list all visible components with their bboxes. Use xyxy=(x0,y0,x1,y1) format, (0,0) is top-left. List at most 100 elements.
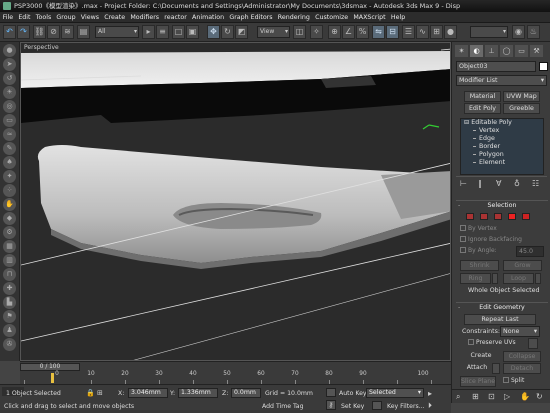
menu-maxscript[interactable]: MAXScript xyxy=(351,12,389,22)
sphere-icon[interactable]: ● xyxy=(3,44,16,57)
menu-reactor[interactable]: reactor xyxy=(162,12,190,22)
make-unique-icon[interactable]: ∀ xyxy=(496,179,501,188)
greeble-button[interactable]: Greeble xyxy=(503,103,540,114)
move-icon[interactable]: ✥ xyxy=(207,25,220,39)
set-key-button[interactable]: Set Key xyxy=(341,402,364,411)
hand-icon[interactable]: ✋ xyxy=(3,198,16,211)
y-coordinate-field[interactable]: 1.336mm xyxy=(178,388,218,398)
rotate-icon[interactable]: ↻ xyxy=(221,25,234,39)
vertex-mode-icon[interactable] xyxy=(466,213,474,220)
menu-tools[interactable]: Tools xyxy=(33,12,54,22)
menu-help[interactable]: Help xyxy=(388,12,408,22)
time-slider-track[interactable]: 0 / 100 xyxy=(20,361,451,371)
shrink-button[interactable]: Shrink xyxy=(460,260,499,271)
time-slider[interactable]: 0 / 100 xyxy=(20,363,80,371)
hierarchy-tab[interactable]: ⊥ xyxy=(485,45,498,57)
zoom-icon[interactable]: ⌕ xyxy=(456,392,460,402)
teapot-icon[interactable]: ♠ xyxy=(3,156,16,169)
pivot-center-icon[interactable]: ◫ xyxy=(293,25,306,39)
display-tab[interactable]: ▭ xyxy=(515,45,528,57)
loop-button[interactable]: Loop xyxy=(503,273,534,284)
absolute-mode-icon[interactable]: ⊞ xyxy=(97,389,103,397)
ignore-backfacing-checkbox[interactable]: Ignore Backfacing xyxy=(460,236,522,243)
z-coordinate-field[interactable]: 0.0mm xyxy=(231,388,261,398)
gear-icon[interactable]: ⚙ xyxy=(3,226,16,239)
motion-tab[interactable]: ◯ xyxy=(500,45,513,57)
flag-icon[interactable]: ⚑ xyxy=(3,310,16,323)
angle-spinner[interactable]: 45.0 xyxy=(516,246,544,257)
light-icon[interactable]: ☀ xyxy=(3,86,16,99)
perspective-viewport[interactable]: Perspective xyxy=(20,42,451,361)
set-key-icon[interactable]: ⚷ xyxy=(326,400,336,410)
snap-toggle-icon[interactable]: ⊕ xyxy=(328,25,341,39)
selection-set-dropdown[interactable]: Selected ▾ xyxy=(366,388,424,398)
brush-icon[interactable]: ✎ xyxy=(3,142,16,155)
x-coordinate-field[interactable]: 3.046mm xyxy=(128,388,168,398)
key-mode-icon[interactable] xyxy=(326,388,336,397)
pipe-icon[interactable]: ⊓ xyxy=(3,268,16,281)
curve-editor-icon[interactable]: ∿ xyxy=(416,25,429,39)
reference-coordinate-dropdown[interactable]: View ▾ xyxy=(257,26,290,38)
grow-button[interactable]: Grow xyxy=(503,260,542,271)
quick-render-icon[interactable]: ♨ xyxy=(527,25,540,39)
constraints-dropdown[interactable]: None ▾ xyxy=(500,326,540,337)
menu-group[interactable]: Group xyxy=(54,12,78,22)
stack-item-editable-poly[interactable]: ⊟ Editable Poly xyxy=(461,119,543,127)
object-color-swatch[interactable] xyxy=(539,62,548,71)
loop-spinner[interactable] xyxy=(535,273,541,284)
attach-button[interactable]: Attach xyxy=(462,363,492,374)
select-object-icon[interactable]: ▸ xyxy=(142,25,155,39)
modify-tab[interactable]: ◐ xyxy=(470,45,483,57)
menu-rendering[interactable]: Rendering xyxy=(275,12,312,22)
key-filters-button[interactable]: Key Filters... xyxy=(387,402,425,411)
menu-file[interactable]: File xyxy=(0,12,16,22)
key-filter-icon[interactable] xyxy=(372,401,382,410)
select-by-name-icon[interactable]: ≡ xyxy=(156,25,169,39)
arrow-icon[interactable]: ➤ xyxy=(3,58,16,71)
field-of-view-icon[interactable]: ▷ xyxy=(504,392,510,401)
redo-icon[interactable]: ↷ xyxy=(17,25,30,39)
polygon-mode-icon[interactable] xyxy=(508,213,516,220)
stack-item-vertex[interactable]: Vertex xyxy=(461,127,543,135)
modifier-list-dropdown[interactable]: Modifier List ▾ xyxy=(456,75,547,86)
viewport-label[interactable]: Perspective xyxy=(24,44,59,51)
menu-graph-editors[interactable]: Graph Editors xyxy=(227,12,275,22)
menu-modifiers[interactable]: Modifiers xyxy=(128,12,162,22)
schematic-view-icon[interactable]: ⊞ xyxy=(430,25,443,39)
orbit-icon[interactable]: ↺ xyxy=(3,72,16,85)
menu-views[interactable]: Views xyxy=(78,12,101,22)
edge-mode-icon[interactable] xyxy=(480,213,488,220)
material-editor-icon[interactable]: ● xyxy=(444,25,457,39)
ring-spinner[interactable] xyxy=(492,273,498,284)
rectangular-selection-icon[interactable]: □ xyxy=(172,25,185,39)
bone-icon[interactable]: ✦ xyxy=(3,170,16,183)
align-icon[interactable]: ⊟ xyxy=(386,25,399,39)
stack-item-border[interactable]: Border xyxy=(461,143,543,151)
playback-icon[interactable]: ▸ xyxy=(428,389,432,398)
edit-poly-button[interactable]: Edit Poly xyxy=(464,103,501,114)
wrench-icon[interactable]: ✇ xyxy=(3,338,16,351)
angle-snap-icon[interactable]: ∠ xyxy=(342,25,355,39)
stack-item-polygon[interactable]: Polygon xyxy=(461,151,543,159)
detach-button[interactable]: Detach xyxy=(503,363,541,374)
selection-filter-dropdown[interactable]: All ▾ xyxy=(95,26,139,38)
menu-edit[interactable]: Edit xyxy=(16,12,33,22)
select-link-icon[interactable]: ⛓ xyxy=(33,25,46,39)
auto-key-button[interactable]: Auto Key xyxy=(339,389,367,398)
track-bar[interactable]: 0 10 20 30 40 50 60 70 80 90 100 xyxy=(20,371,451,384)
remove-modifier-icon[interactable]: ♁ xyxy=(514,179,520,188)
selection-rollout-header[interactable]: - Selection xyxy=(456,200,548,209)
render-type-dropdown[interactable]: ▾ xyxy=(470,26,508,38)
create-button[interactable]: Create xyxy=(462,351,500,362)
menu-animation[interactable]: Animation xyxy=(189,12,226,22)
slice-plane-button[interactable]: Slice Plane xyxy=(460,376,496,387)
menu-customize[interactable]: Customize xyxy=(312,12,350,22)
grid-icon[interactable]: ▦ xyxy=(3,240,16,253)
pan-icon[interactable]: ✋ xyxy=(520,392,530,401)
undo-icon[interactable]: ↶ xyxy=(3,25,16,39)
zoom-extents-icon[interactable]: ⊡ xyxy=(488,392,495,401)
edit-geometry-rollout-header[interactable]: - Edit Geometry xyxy=(456,302,548,311)
zoom-all-icon[interactable]: ⊞ xyxy=(472,392,479,401)
attach-settings[interactable] xyxy=(492,363,500,374)
wave-icon[interactable]: ≈ xyxy=(3,128,16,141)
